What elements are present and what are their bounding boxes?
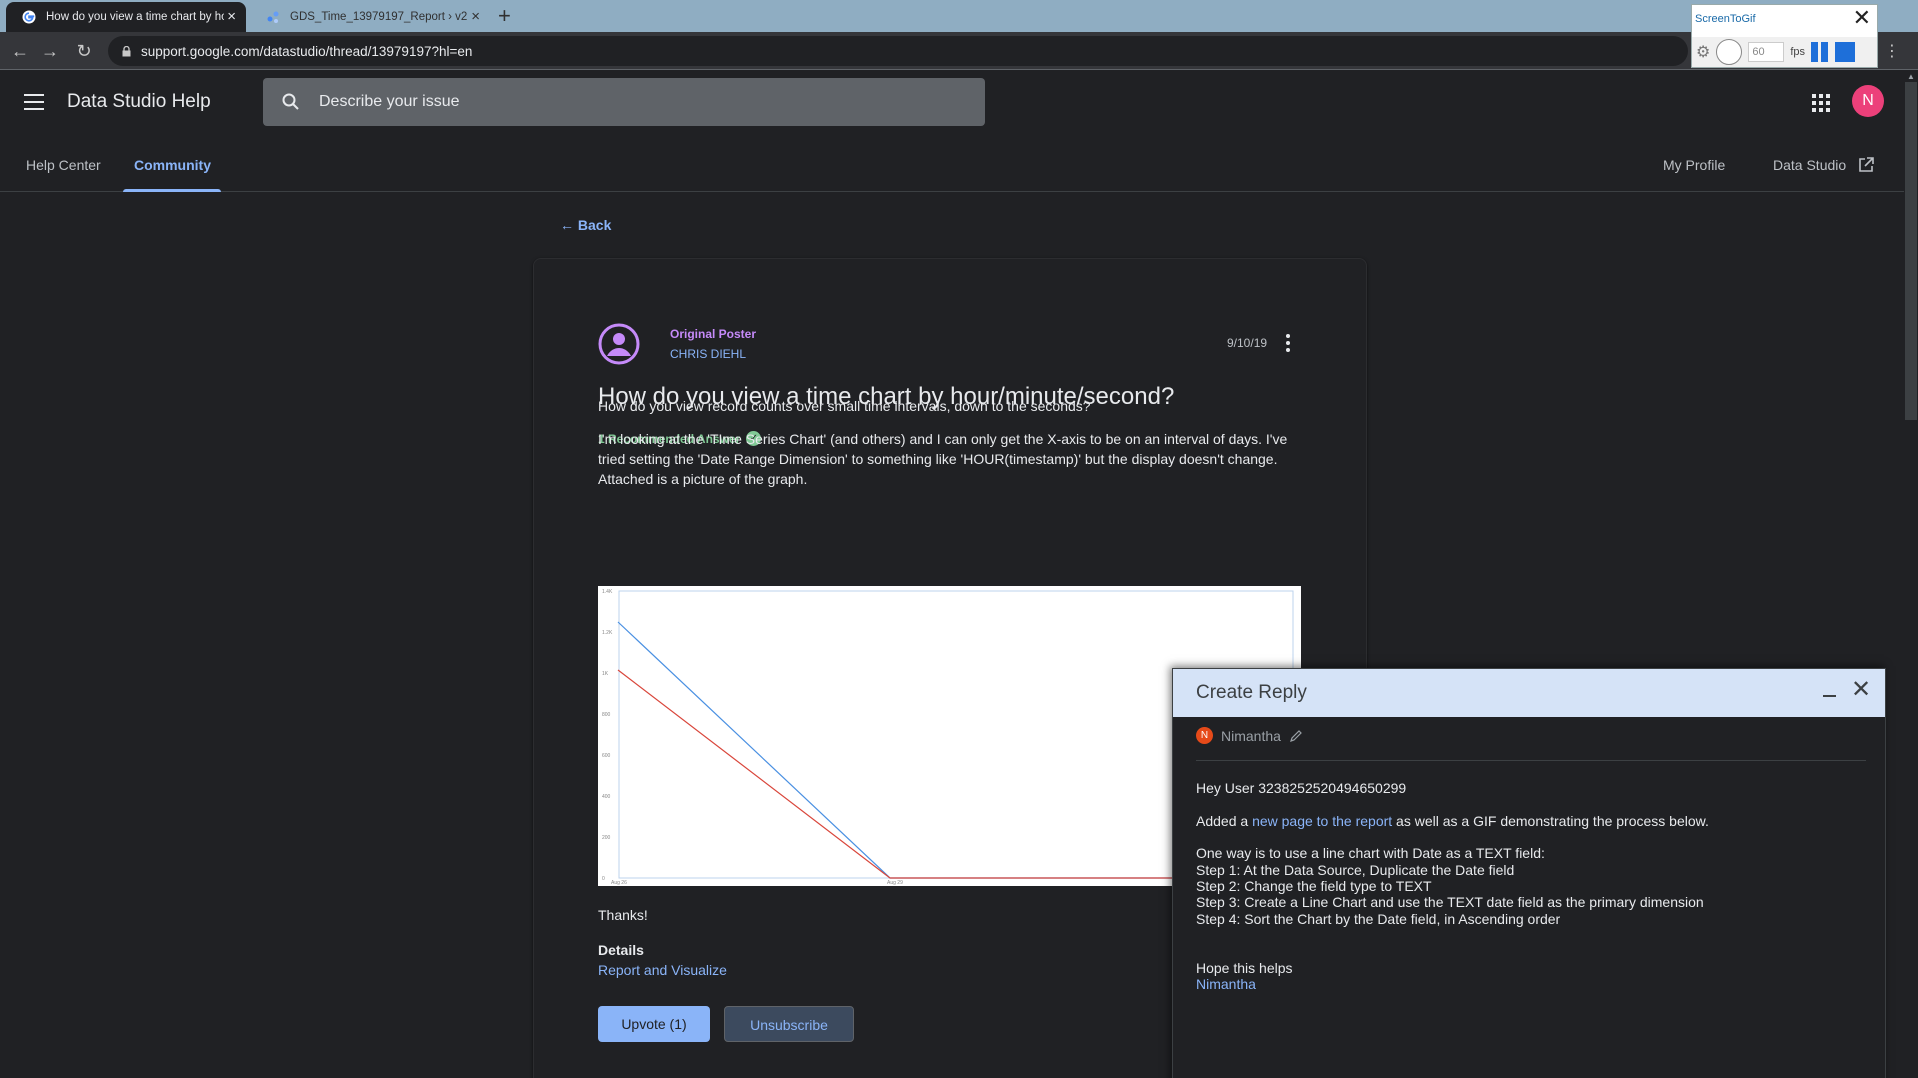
- reply-text: as well as a GIF demonstrating the proce…: [1392, 813, 1709, 829]
- upvote-button[interactable]: Upvote (1): [598, 1006, 710, 1042]
- reply-text-line: Added a new page to the report as well a…: [1196, 813, 1709, 829]
- help-center-header: Data Studio Help N: [0, 70, 1918, 154]
- post-paragraph: How do you view record counts over small…: [598, 398, 1091, 414]
- more-options-icon[interactable]: [1286, 334, 1290, 355]
- tab-close-icon[interactable]: ×: [227, 9, 236, 24]
- reply-signature[interactable]: Nimantha: [1196, 976, 1256, 992]
- y-tick-label: 0: [602, 876, 605, 882]
- account-avatar[interactable]: N: [1852, 85, 1884, 117]
- details-heading: Details: [598, 942, 644, 958]
- browser-tab-inactive[interactable]: GDS_Time_13979197_Report › v2 ×: [250, 2, 490, 32]
- edit-pencil-icon[interactable]: [1289, 729, 1303, 743]
- stop-icon[interactable]: [1835, 42, 1856, 62]
- browser-tab-strip: How do you view a time chart by hour/min…: [0, 0, 1918, 32]
- url-text: support.google.com/datastudio/thread/139…: [141, 43, 473, 59]
- browser-toolbar: ← → ↻ support.google.com/datastudio/thre…: [0, 32, 1918, 70]
- nav-help-center[interactable]: Help Center: [26, 157, 101, 173]
- search-box[interactable]: [263, 78, 985, 126]
- pause-icon[interactable]: [1811, 42, 1829, 62]
- scrollbar-thumb[interactable]: [1905, 82, 1917, 420]
- address-bar[interactable]: support.google.com/datastudio/thread/139…: [108, 36, 1688, 66]
- close-icon[interactable]: ✕: [1851, 677, 1871, 703]
- back-link[interactable]: ← Back: [560, 217, 611, 233]
- tab-close-icon[interactable]: ×: [471, 9, 480, 24]
- nav-data-studio-link[interactable]: Data Studio: [1773, 157, 1874, 173]
- sub-navigation: Help Center Community My Profile Data St…: [0, 154, 1918, 192]
- active-tab-indicator: [123, 189, 221, 192]
- record-button[interactable]: [1716, 39, 1743, 65]
- report-link[interactable]: new page to the report: [1252, 813, 1392, 829]
- nav-community[interactable]: Community: [134, 157, 211, 173]
- x-tick-label: Aug 26: [611, 880, 627, 886]
- post-thanks: Thanks!: [598, 907, 648, 923]
- reply-panel-title: Create Reply: [1196, 682, 1307, 703]
- back-arrow-icon[interactable]: ←: [10, 41, 30, 61]
- y-tick-label: 1.4K: [602, 589, 613, 595]
- reply-author: N Nimantha: [1196, 727, 1303, 744]
- menu-icon[interactable]: [24, 94, 44, 115]
- avatar: N: [1196, 727, 1213, 744]
- search-input[interactable]: [319, 93, 919, 111]
- search-icon: [282, 93, 299, 110]
- screentogif-title: ScreenToGif: [1695, 13, 1756, 25]
- create-reply-panel: Create Reply ✕ N Nimantha Hey User 32382…: [1172, 668, 1886, 1078]
- fps-label: fps: [1790, 46, 1806, 58]
- browser-tab-active[interactable]: How do you view a time chart by hour/min…: [6, 2, 246, 32]
- data-studio-icon: [267, 11, 279, 23]
- nav-my-profile[interactable]: My Profile: [1663, 157, 1725, 173]
- post-date: 9/10/19: [1227, 336, 1268, 350]
- reply-panel-header: Create Reply ✕: [1173, 669, 1885, 717]
- unsubscribe-button[interactable]: Unsubscribe: [724, 1006, 854, 1042]
- nav-data-studio-label: Data Studio: [1773, 157, 1847, 173]
- tab-title: How do you view a time chart by hour/min…: [46, 11, 224, 23]
- minimize-icon[interactable]: [1823, 695, 1836, 697]
- screentogif-controls: ⚙ 60 fps: [1692, 37, 1877, 67]
- reply-greeting: Hey User 3238252520494650299: [1196, 780, 1407, 796]
- forward-arrow-icon[interactable]: →: [40, 41, 60, 61]
- fps-input[interactable]: 60: [1748, 42, 1785, 62]
- divider: [1196, 760, 1866, 761]
- y-tick-label: 600: [602, 753, 611, 759]
- reply-closing: Hope this helps: [1196, 960, 1293, 976]
- close-icon[interactable]: ✕: [1853, 7, 1871, 29]
- gear-icon[interactable]: ⚙: [1696, 42, 1710, 62]
- reply-step: Step 2: Change the field type to TEXT: [1196, 878, 1432, 894]
- reply-steps-intro: One way is to use a line chart with Date…: [1196, 845, 1545, 861]
- user-avatar-icon: [598, 323, 640, 365]
- y-tick-label: 800: [602, 712, 611, 718]
- external-link-icon: [1859, 157, 1874, 172]
- back-label: Back: [577, 217, 612, 233]
- y-tick-label: 1.2K: [602, 630, 613, 636]
- reply-step: Step 4: Sort the Chart by the Date field…: [1196, 911, 1561, 927]
- x-tick-label: Aug 29: [887, 880, 903, 886]
- original-poster-label: Original Poster: [670, 327, 757, 341]
- app-title[interactable]: Data Studio Help: [67, 91, 211, 113]
- browser-menu-icon[interactable]: ⋮: [1884, 41, 1900, 61]
- category-link[interactable]: Report and Visualize: [598, 962, 727, 978]
- reply-text: Added a: [1196, 813, 1253, 829]
- lock-icon: [122, 45, 131, 56]
- new-tab-icon[interactable]: +: [498, 4, 511, 28]
- author-name[interactable]: CHRIS DIEHL: [670, 347, 746, 361]
- y-tick-label: 200: [602, 835, 611, 841]
- google-g-icon: [22, 10, 36, 24]
- apps-grid-icon[interactable]: [1812, 94, 1830, 112]
- scroll-up-arrow-icon[interactable]: ▲: [1907, 72, 1915, 81]
- y-tick-label: 1K: [602, 671, 609, 677]
- reply-step: Step 3: Create a Line Chart and use the …: [1196, 894, 1704, 910]
- reply-step: Step 1: At the Data Source, Duplicate th…: [1196, 862, 1515, 878]
- post-paragraph: I'm looking at the 'TIme Series Chart' (…: [598, 431, 1288, 487]
- tab-title: GDS_Time_13979197_Report › v2: [290, 11, 468, 23]
- y-tick-label: 400: [602, 794, 611, 800]
- reply-author-name: Nimantha: [1221, 727, 1281, 744]
- reload-icon[interactable]: ↻: [74, 41, 94, 61]
- screentogif-window: ScreenToGif ✕ ⚙ 60 fps: [1691, 4, 1878, 68]
